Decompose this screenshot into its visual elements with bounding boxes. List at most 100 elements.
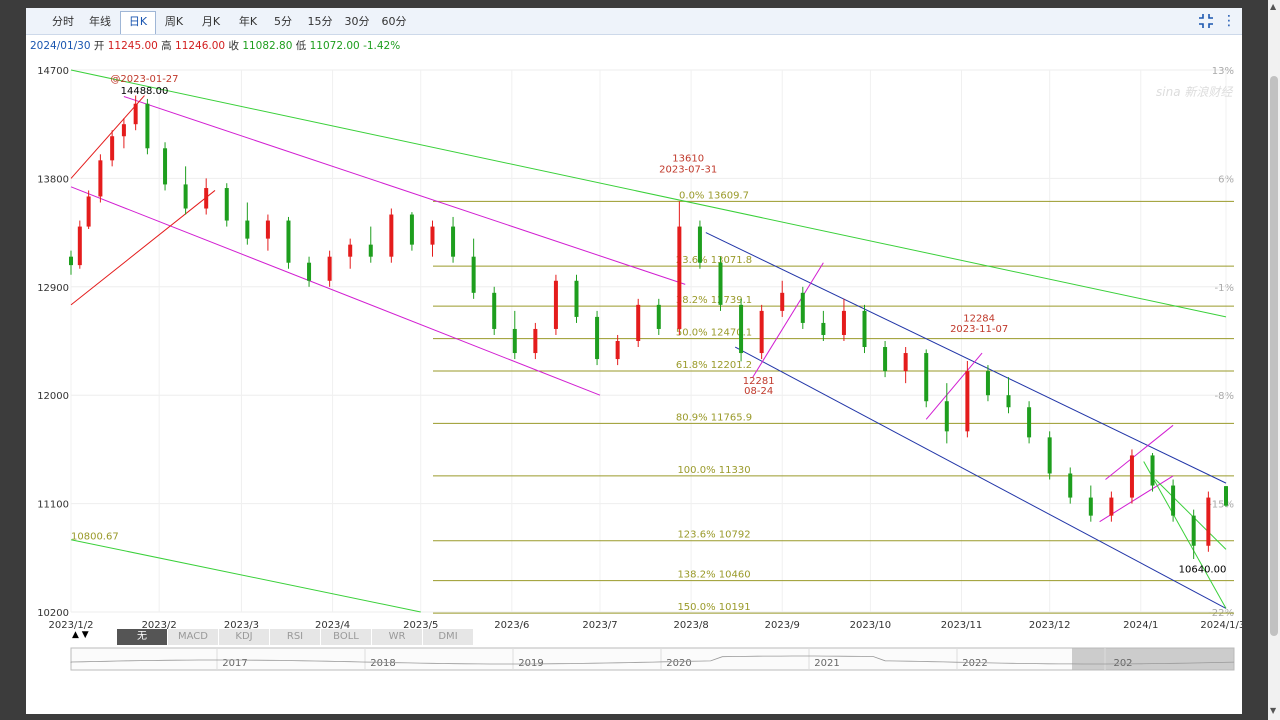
candle-body <box>307 262 312 281</box>
candle-body <box>98 160 103 197</box>
candle-body <box>965 371 970 432</box>
indicator-3[interactable]: RSI <box>270 629 321 645</box>
candle-body <box>595 316 600 360</box>
indicator-0[interactable]: 无 <box>117 629 168 645</box>
candle-body <box>574 280 579 317</box>
candle-body <box>924 353 929 402</box>
candle-body <box>1129 455 1134 498</box>
channel-magenta-lower <box>70 186 601 396</box>
candle-body <box>471 256 476 293</box>
candle-body <box>821 322 826 335</box>
pct-tick-label: -1% <box>1215 283 1234 294</box>
candle-body <box>903 353 908 372</box>
fib-label: 23.6% 13071.8 <box>676 255 752 266</box>
candle-body <box>451 226 456 257</box>
candle-body <box>615 341 620 360</box>
candle-body <box>697 226 702 263</box>
pct-tick-label: -8% <box>1215 391 1234 402</box>
candle-body <box>163 148 168 185</box>
x-tick-label: 2024/1/30 <box>1200 620 1242 631</box>
pct-tick-label: 13% <box>1212 66 1234 77</box>
fib-label: 123.6% 10792 <box>677 530 750 541</box>
candle-body <box>512 328 517 354</box>
candle-body <box>1027 407 1032 438</box>
candle-body <box>862 310 867 348</box>
candle-body <box>1109 497 1114 516</box>
annotation-label: 2023-11-07 <box>950 324 1008 335</box>
candle-body <box>1150 455 1155 486</box>
navigator-year: 2018 <box>370 658 395 669</box>
indicator-5[interactable]: WR <box>372 629 423 645</box>
candle-body <box>1047 437 1052 474</box>
indicator-1[interactable]: MACD <box>168 629 219 645</box>
x-tick-label: 2023/11 <box>941 620 983 631</box>
candle-body <box>430 226 435 245</box>
nav-arrows[interactable]: ▲ ▼ <box>72 630 89 640</box>
x-tick-label: 2024/1 <box>1123 620 1158 631</box>
annotation-label: 10800.67 <box>71 532 119 543</box>
candle-body <box>759 310 764 354</box>
candle-body <box>224 188 229 221</box>
trendline-green-upper <box>70 69 1227 318</box>
y-tick-label: 12000 <box>37 391 69 402</box>
fib-label: 80.9% 11765.9 <box>676 412 752 423</box>
pct-tick-label: -15% <box>1208 500 1234 511</box>
red-support-lower <box>70 190 216 306</box>
candle-body <box>368 244 373 257</box>
annotation-label: 10640.00 <box>1179 564 1227 575</box>
candle-body <box>121 124 126 137</box>
candle-body <box>553 280 558 329</box>
y-tick-label: 14700 <box>37 66 69 77</box>
candle-body <box>327 256 332 281</box>
candle-body <box>841 310 846 335</box>
candle-body <box>1171 485 1176 516</box>
trendline-green-lower <box>70 539 421 613</box>
green-down-line-2 <box>1155 479 1227 550</box>
fib-label: 138.2% 10460 <box>677 570 750 581</box>
candle-body <box>1224 486 1228 506</box>
x-tick-label: 2023/6 <box>494 620 529 631</box>
indicator-2[interactable]: KDJ <box>219 629 270 645</box>
candle-body <box>348 244 353 257</box>
candle-body <box>1068 473 1073 498</box>
candle-body <box>245 220 250 239</box>
candle-body <box>656 304 661 329</box>
y-tick-label: 10200 <box>37 608 69 619</box>
pink-up-line-2 <box>925 352 983 420</box>
indicator-4[interactable]: BOLL <box>321 629 372 645</box>
annotation-label: 14488.00 <box>121 86 169 97</box>
candle-body <box>286 220 291 263</box>
navigator-year: 2022 <box>962 658 987 669</box>
candle-body <box>944 401 949 432</box>
fib-label: 100.0% 11330 <box>677 465 750 476</box>
scroll-down-icon[interactable]: ▼ <box>1270 706 1276 715</box>
candle-body <box>389 214 394 257</box>
x-tick-label: 2023/8 <box>674 620 709 631</box>
annotation-label: 13610 <box>672 154 704 165</box>
scroll-thumb[interactable] <box>1270 76 1278 636</box>
fib-label: 0.0% 13609.7 <box>679 190 749 201</box>
kline-chart: 14700 13%13800 6%12900 -1%12000 -8%11100 -15%… <box>37 66 1242 671</box>
candle-body <box>780 292 785 311</box>
candle-body <box>1206 497 1211 546</box>
y-tick-label: 12900 <box>37 283 69 294</box>
navigator-selection <box>1072 648 1234 670</box>
scroll-up-icon[interactable]: ▲ <box>1270 2 1276 11</box>
red-support-upper <box>70 95 145 179</box>
candle-body <box>985 371 990 396</box>
candle-body <box>69 256 73 266</box>
candle-body <box>492 292 497 329</box>
chart-window: 分时 年线 日K 周K 月K 年K 5分 15分 30分 60分 ⋮ 2024/01/30 开 1… <box>26 8 1242 714</box>
candle-body <box>1006 395 1011 408</box>
candle-body <box>409 214 414 245</box>
candle-body <box>110 136 115 161</box>
candle-body <box>739 304 744 354</box>
candle-body <box>77 226 82 266</box>
x-tick-label: 2023/12 <box>1029 620 1071 631</box>
candle-body <box>1088 497 1093 516</box>
fib-label: 61.8% 12201.2 <box>676 360 752 371</box>
y-tick-label: 13800 <box>37 174 69 185</box>
candle-body <box>800 292 805 323</box>
page-scrollbar[interactable]: ▲ ▼ <box>1268 0 1280 720</box>
indicator-6[interactable]: DMI <box>423 629 474 645</box>
